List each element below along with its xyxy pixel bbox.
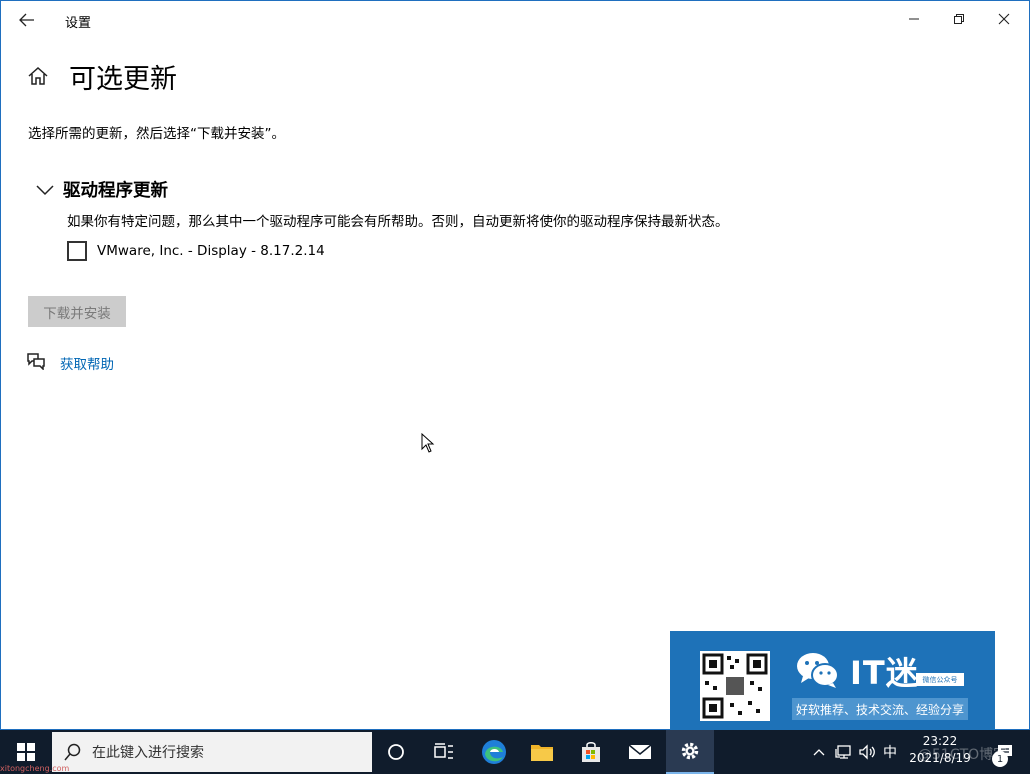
cortana-button[interactable] xyxy=(372,730,420,774)
instruction-text: 选择所需的更新，然后选择“下载并安装”。 xyxy=(28,126,285,142)
close-icon xyxy=(998,13,1010,25)
task-view-button[interactable] xyxy=(420,730,468,774)
search-icon xyxy=(64,743,81,761)
edge-browser-icon xyxy=(482,740,506,764)
promo-badge: 微信公众号 xyxy=(916,673,964,686)
back-button[interactable] xyxy=(11,5,43,35)
folder-icon xyxy=(531,745,553,761)
section-title: 驱动程序更新 xyxy=(63,181,168,201)
close-button[interactable] xyxy=(981,1,1027,37)
download-install-button[interactable]: 下载并安装 xyxy=(28,296,126,327)
cortana-circle-icon xyxy=(388,744,404,760)
file-explorer-button[interactable] xyxy=(518,730,566,774)
restore-button[interactable] xyxy=(936,1,982,37)
driver-update-option[interactable]: VMware, Inc. - Display - 8.17.2.14 xyxy=(67,239,325,263)
watermark-corner: @51CTO博客 xyxy=(918,747,1008,763)
minimize-icon xyxy=(909,18,919,20)
title-bar: 设置 xyxy=(1,1,1029,39)
task-view-icon xyxy=(434,743,453,759)
chevron-up-icon xyxy=(813,749,825,756)
speaker-icon xyxy=(859,744,875,760)
promo-tagline: 好软推荐、技术交流、经验分享 xyxy=(792,698,968,720)
network-button[interactable] xyxy=(832,730,854,774)
wechat-icon xyxy=(797,653,839,688)
promo-brand: IT迷 xyxy=(850,654,919,692)
network-icon xyxy=(835,745,851,759)
arrow-left-icon xyxy=(19,13,34,27)
windows-logo-icon xyxy=(17,743,35,761)
tray-overflow-button[interactable] xyxy=(810,730,828,774)
chat-help-icon xyxy=(27,353,45,370)
driver-label: VMware, Inc. - Display - 8.17.2.14 xyxy=(97,243,325,259)
gear-icon xyxy=(681,742,699,760)
restore-icon xyxy=(954,14,964,24)
search-placeholder: 在此键入进行搜索 xyxy=(92,745,204,761)
mail-button[interactable] xyxy=(616,730,664,774)
mail-icon xyxy=(628,744,652,759)
chevron-down-icon[interactable] xyxy=(35,183,55,197)
page-title: 可选更新 xyxy=(69,64,177,95)
qr-code xyxy=(700,651,770,721)
get-help-link[interactable]: 获取帮助 xyxy=(60,353,114,373)
mouse-cursor-icon xyxy=(421,433,435,453)
home-icon[interactable] xyxy=(27,65,49,87)
edge-button[interactable] xyxy=(470,730,518,774)
store-bag-icon xyxy=(582,742,600,762)
store-button[interactable] xyxy=(567,730,615,774)
app-title: 设置 xyxy=(65,16,92,31)
settings-taskbar-button[interactable] xyxy=(666,730,714,774)
taskbar-search-box[interactable]: 在此键入进行搜索 xyxy=(52,732,372,772)
minimize-button[interactable] xyxy=(891,1,937,37)
watermark-url: xitongcheng.com xyxy=(0,764,70,773)
settings-window: 设置 可选更新 选择所需的更新，然后选择“下载并安装”。 驱动程序更新 如果你有… xyxy=(0,0,1030,730)
section-description: 如果你有特定问题，那么其中一个驱动程序可能会有所帮助。否则，自动更新将使你的驱动… xyxy=(67,214,729,230)
volume-button[interactable] xyxy=(856,730,878,774)
driver-checkbox[interactable] xyxy=(67,241,87,261)
ime-indicator[interactable]: 中 xyxy=(880,730,900,774)
